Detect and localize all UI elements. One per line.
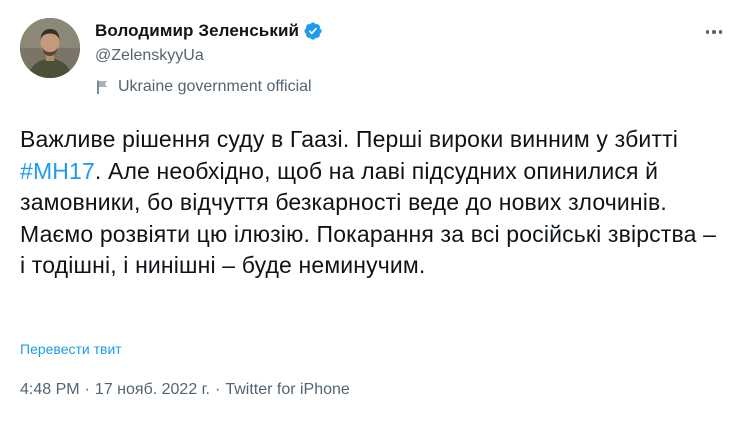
meta-separator: · [84, 381, 90, 398]
tweet-date[interactable]: 17 нояб. 2022 г. [95, 381, 210, 399]
flag-icon [97, 80, 107, 94]
more-options-icon[interactable] [704, 22, 724, 42]
avatar-photo [20, 18, 80, 78]
meta-separator: · [214, 381, 221, 398]
tweet-source[interactable]: Twitter for iPhone [225, 381, 350, 399]
tweet-time[interactable]: 4:48 PM [20, 381, 80, 399]
account-label-text: Ukraine government official [118, 78, 312, 95]
user-handle[interactable]: @ZelenskyyUa [95, 47, 323, 67]
account-label[interactable]: Ukraine government official [95, 77, 312, 97]
tweet-text-start: Важливе рішення суду в Гаазі. Перші виро… [20, 126, 679, 152]
name-row: Володимир Зеленський [95, 20, 323, 42]
verified-badge-icon[interactable] [303, 21, 323, 41]
hashtag-link[interactable]: #MH17 [20, 158, 95, 184]
tweet-text-end: . Але необхідно, щоб на лаві підсудних о… [20, 157, 717, 279]
avatar[interactable] [20, 18, 80, 78]
tweet-metadata: 4:48 PM · 17 нояб. 2022 г. · Twitter for… [20, 381, 350, 399]
tweet-card: Володимир Зеленський @ZelenskyyUa Ukrain… [0, 0, 746, 422]
translate-tweet-link[interactable]: Перевести твит [20, 341, 122, 357]
display-name[interactable]: Володимир Зеленський [95, 21, 299, 41]
tweet-text: Важливе рішення суду в Гаазі. Перші виро… [20, 124, 720, 282]
author-header: Володимир Зеленський @ZelenskyyUa [95, 20, 323, 67]
